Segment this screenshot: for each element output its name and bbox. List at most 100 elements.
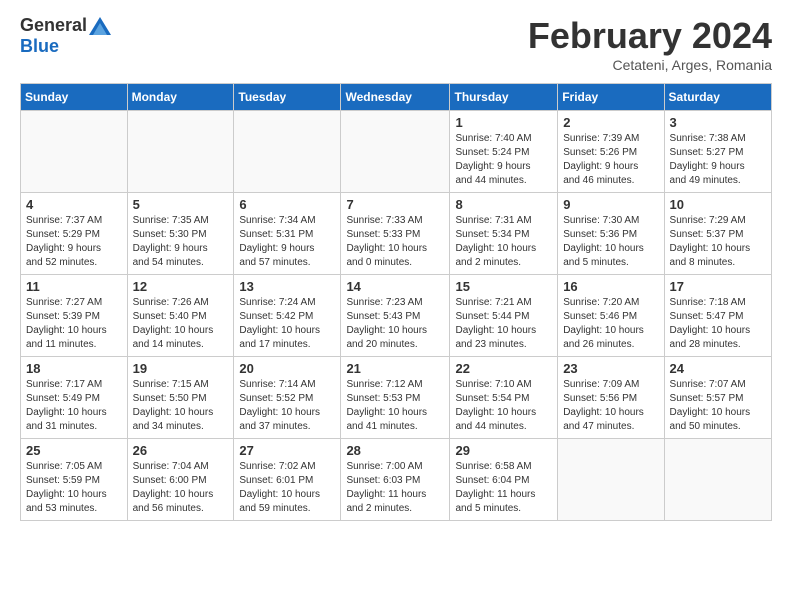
day-info: Sunrise: 7:15 AM Sunset: 5:50 PM Dayligh… (133, 378, 229, 434)
day-info: Sunrise: 7:35 AM Sunset: 5:30 PM Dayligh… (133, 214, 229, 270)
day-info: Sunrise: 7:31 AM Sunset: 5:34 PM Dayligh… (455, 214, 552, 270)
day-info: Sunrise: 7:17 AM Sunset: 5:49 PM Dayligh… (26, 378, 122, 434)
day-number: 6 (239, 197, 335, 212)
calendar: SundayMondayTuesdayWednesdayThursdayFrid… (20, 83, 772, 521)
day-info: Sunrise: 7:29 AM Sunset: 5:37 PM Dayligh… (670, 214, 766, 270)
calendar-header-monday: Monday (127, 84, 234, 111)
calendar-cell: 4 Sunrise: 7:37 AM Sunset: 5:29 PM Daylig… (21, 193, 128, 275)
calendar-cell: 9 Sunrise: 7:30 AM Sunset: 5:36 PM Daylig… (558, 193, 664, 275)
calendar-cell: 3 Sunrise: 7:38 AM Sunset: 5:27 PM Daylig… (664, 111, 771, 193)
title-area: February 2024 Cetateni, Arges, Romania (528, 15, 772, 73)
day-info: Sunrise: 7:23 AM Sunset: 5:43 PM Dayligh… (346, 296, 444, 352)
calendar-cell (127, 111, 234, 193)
day-number: 9 (563, 197, 658, 212)
day-info: Sunrise: 7:12 AM Sunset: 5:53 PM Dayligh… (346, 378, 444, 434)
calendar-cell: 7 Sunrise: 7:33 AM Sunset: 5:33 PM Daylig… (341, 193, 450, 275)
calendar-cell: 19 Sunrise: 7:15 AM Sunset: 5:50 PM Dayli… (127, 357, 234, 439)
calendar-cell: 20 Sunrise: 7:14 AM Sunset: 5:52 PM Dayli… (234, 357, 341, 439)
calendar-row-4: 25 Sunrise: 7:05 AM Sunset: 5:59 PM Dayli… (21, 439, 772, 521)
day-number: 29 (455, 443, 552, 458)
day-info: Sunrise: 7:37 AM Sunset: 5:29 PM Dayligh… (26, 214, 122, 270)
calendar-header-tuesday: Tuesday (234, 84, 341, 111)
day-number: 18 (26, 361, 122, 376)
day-number: 3 (670, 115, 766, 130)
day-number: 15 (455, 279, 552, 294)
day-number: 24 (670, 361, 766, 376)
day-info: Sunrise: 7:18 AM Sunset: 5:47 PM Dayligh… (670, 296, 766, 352)
day-info: Sunrise: 7:09 AM Sunset: 5:56 PM Dayligh… (563, 378, 658, 434)
calendar-cell (664, 439, 771, 521)
day-info: Sunrise: 7:02 AM Sunset: 6:01 PM Dayligh… (239, 460, 335, 516)
day-info: Sunrise: 7:04 AM Sunset: 6:00 PM Dayligh… (133, 460, 229, 516)
calendar-cell: 18 Sunrise: 7:17 AM Sunset: 5:49 PM Dayli… (21, 357, 128, 439)
calendar-cell: 11Sunrise: 7:27 AM Sunset: 5:39 PM Dayli… (21, 275, 128, 357)
calendar-cell (234, 111, 341, 193)
day-number: 26 (133, 443, 229, 458)
day-number: 17 (670, 279, 766, 294)
day-number: 10 (670, 197, 766, 212)
day-info: Sunrise: 7:38 AM Sunset: 5:27 PM Dayligh… (670, 132, 766, 188)
day-number: 4 (26, 197, 122, 212)
day-info: Sunrise: 7:00 AM Sunset: 6:03 PM Dayligh… (346, 460, 444, 516)
calendar-cell: 25 Sunrise: 7:05 AM Sunset: 5:59 PM Dayli… (21, 439, 128, 521)
calendar-cell (558, 439, 664, 521)
day-info: Sunrise: 7:10 AM Sunset: 5:54 PM Dayligh… (455, 378, 552, 434)
logo-icon (89, 17, 111, 35)
calendar-cell: 12 Sunrise: 7:26 AM Sunset: 5:40 PM Dayli… (127, 275, 234, 357)
location: Cetateni, Arges, Romania (528, 57, 772, 73)
day-number: 25 (26, 443, 122, 458)
calendar-cell: 22 Sunrise: 7:10 AM Sunset: 5:54 PM Dayli… (450, 357, 558, 439)
day-number: 19 (133, 361, 229, 376)
day-number: 16 (563, 279, 658, 294)
calendar-header-sunday: Sunday (21, 84, 128, 111)
logo-general-text: General (20, 15, 87, 36)
day-number: 1 (455, 115, 552, 130)
calendar-header-thursday: Thursday (450, 84, 558, 111)
day-info: Sunrise: 7:33 AM Sunset: 5:33 PM Dayligh… (346, 214, 444, 270)
day-number: 28 (346, 443, 444, 458)
calendar-cell: 24 Sunrise: 7:07 AM Sunset: 5:57 PM Dayli… (664, 357, 771, 439)
calendar-header-wednesday: Wednesday (341, 84, 450, 111)
day-number: 20 (239, 361, 335, 376)
day-info: Sunrise: 7:07 AM Sunset: 5:57 PM Dayligh… (670, 378, 766, 434)
day-info: Sunrise: 7:24 AM Sunset: 5:42 PM Dayligh… (239, 296, 335, 352)
calendar-cell: 15Sunrise: 7:21 AM Sunset: 5:44 PM Dayli… (450, 275, 558, 357)
logo-blue-text: Blue (20, 36, 59, 57)
calendar-cell: 6Sunrise: 7:34 AM Sunset: 5:31 PM Daylig… (234, 193, 341, 275)
calendar-cell: 26 Sunrise: 7:04 AM Sunset: 6:00 PM Dayli… (127, 439, 234, 521)
logo: General Blue (20, 15, 111, 57)
day-info: Sunrise: 7:27 AM Sunset: 5:39 PM Dayligh… (26, 296, 122, 352)
day-info: Sunrise: 7:05 AM Sunset: 5:59 PM Dayligh… (26, 460, 122, 516)
day-info: Sunrise: 7:30 AM Sunset: 5:36 PM Dayligh… (563, 214, 658, 270)
calendar-cell: 13 Sunrise: 7:24 AM Sunset: 5:42 PM Dayli… (234, 275, 341, 357)
calendar-row-1: 4 Sunrise: 7:37 AM Sunset: 5:29 PM Daylig… (21, 193, 772, 275)
page: General Blue February 2024 Cetateni, Arg… (0, 0, 792, 536)
month-title: February 2024 (528, 15, 772, 57)
calendar-header-friday: Friday (558, 84, 664, 111)
day-info: Sunrise: 7:20 AM Sunset: 5:46 PM Dayligh… (563, 296, 658, 352)
day-number: 21 (346, 361, 444, 376)
calendar-cell (341, 111, 450, 193)
day-number: 12 (133, 279, 229, 294)
calendar-cell: 28 Sunrise: 7:00 AM Sunset: 6:03 PM Dayli… (341, 439, 450, 521)
calendar-cell (21, 111, 128, 193)
calendar-cell: 14 Sunrise: 7:23 AM Sunset: 5:43 PM Dayli… (341, 275, 450, 357)
day-info: Sunrise: 7:14 AM Sunset: 5:52 PM Dayligh… (239, 378, 335, 434)
calendar-cell: 2 Sunrise: 7:39 AM Sunset: 5:26 PM Daylig… (558, 111, 664, 193)
calendar-cell: 1 Sunrise: 7:40 AM Sunset: 5:24 PM Daylig… (450, 111, 558, 193)
day-number: 7 (346, 197, 444, 212)
day-info: Sunrise: 7:26 AM Sunset: 5:40 PM Dayligh… (133, 296, 229, 352)
day-info: Sunrise: 7:39 AM Sunset: 5:26 PM Dayligh… (563, 132, 658, 188)
calendar-row-3: 18 Sunrise: 7:17 AM Sunset: 5:49 PM Dayli… (21, 357, 772, 439)
calendar-header-row: SundayMondayTuesdayWednesdayThursdayFrid… (21, 84, 772, 111)
calendar-header-saturday: Saturday (664, 84, 771, 111)
day-number: 14 (346, 279, 444, 294)
calendar-row-0: 1 Sunrise: 7:40 AM Sunset: 5:24 PM Daylig… (21, 111, 772, 193)
calendar-cell: 8Sunrise: 7:31 AM Sunset: 5:34 PM Daylig… (450, 193, 558, 275)
day-info: Sunrise: 7:40 AM Sunset: 5:24 PM Dayligh… (455, 132, 552, 188)
day-number: 13 (239, 279, 335, 294)
day-number: 23 (563, 361, 658, 376)
day-number: 2 (563, 115, 658, 130)
day-info: Sunrise: 6:58 AM Sunset: 6:04 PM Dayligh… (455, 460, 552, 516)
day-number: 22 (455, 361, 552, 376)
